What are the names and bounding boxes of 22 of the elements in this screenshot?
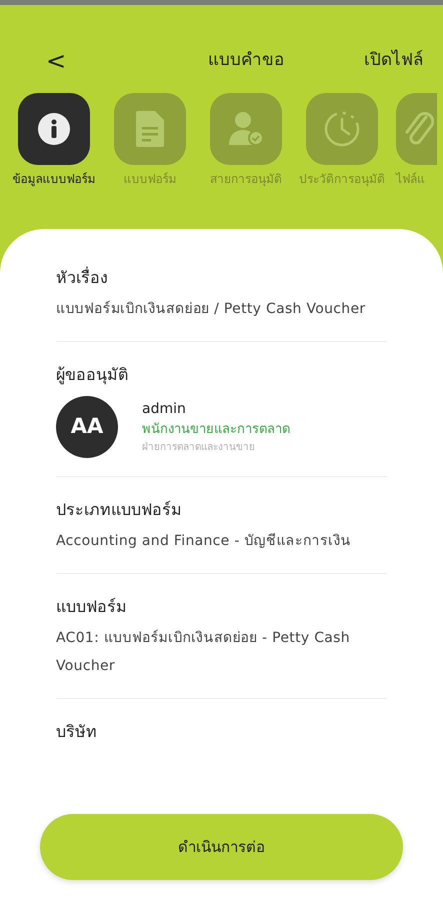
user-check-icon [228, 111, 264, 147]
field-value: แบบฟอร์มเบิกเงินสดย่อย / Petty Cash Voucher [56, 300, 366, 319]
clock-icon [323, 110, 361, 148]
avatar: AA [56, 396, 118, 458]
field-value: Accounting and Finance - บัญชีและการเงิน [56, 532, 352, 551]
approver-position: พนักงานขายและการตลาด [142, 421, 290, 439]
field-label: ผู้ขออนุมัติ [56, 364, 129, 386]
open-file-button[interactable]: เปิดไฟล์ [364, 48, 423, 74]
continue-button[interactable]: ดำเนินการต่อ [40, 814, 403, 880]
page-title: แบบคำขอ [208, 49, 284, 72]
field-label: หัวเรื่อง [56, 266, 109, 289]
field-label: แบบฟอร์ม [56, 596, 128, 618]
approver-department: ฝ่ายการตลาดและงานขาย [142, 441, 256, 455]
back-button[interactable]: < [44, 43, 68, 79]
field-value: AC01: แบบฟอร์มเบิกเงินสดย่อย - Petty Cash Voucher [56, 628, 351, 676]
info-icon [37, 112, 71, 146]
field-label: ประเภทแบบฟอร์ม [56, 499, 183, 521]
tab[interactable]: ข้อมูลแบบฟอร์ม [6, 93, 102, 189]
approver-name: admin [142, 400, 187, 419]
document-icon [136, 111, 164, 147]
field-label: บริษัท [56, 721, 98, 743]
paperclip-icon [404, 111, 434, 147]
